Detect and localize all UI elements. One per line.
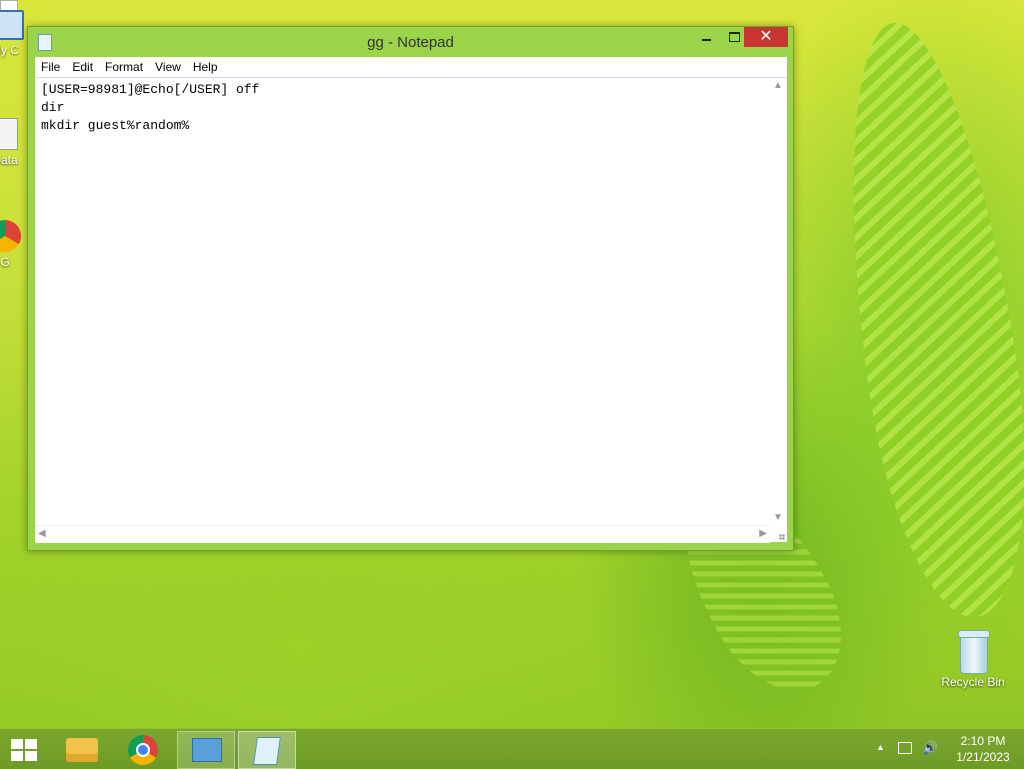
maximize-icon bbox=[729, 32, 740, 42]
volume-icon[interactable]: 🔊 bbox=[922, 740, 938, 756]
computer-icon bbox=[0, 10, 24, 40]
window-title: gg - Notepad bbox=[367, 34, 454, 51]
scroll-left-icon[interactable]: ◀ bbox=[38, 528, 46, 539]
desktop-icon-label: Data bbox=[0, 153, 18, 167]
desktop-icon-label: My C bbox=[0, 43, 19, 57]
clock-time: 2:10 PM bbox=[960, 734, 1006, 748]
menu-format[interactable]: Format bbox=[99, 57, 149, 77]
control-panel-icon bbox=[192, 738, 222, 762]
taskbar-file-explorer[interactable] bbox=[56, 731, 112, 767]
taskbar-control-panel[interactable] bbox=[177, 731, 235, 769]
minimize-button[interactable] bbox=[693, 27, 721, 47]
document-shortcut-icon bbox=[0, 118, 18, 150]
network-icon[interactable] bbox=[898, 742, 912, 754]
scroll-down-icon[interactable]: ▼ bbox=[773, 512, 783, 523]
notepad-icon bbox=[253, 737, 281, 765]
scroll-up-icon[interactable]: ▲ bbox=[773, 80, 783, 91]
recycle-bin-icon bbox=[958, 630, 990, 674]
close-button[interactable]: ✕ bbox=[744, 27, 788, 47]
menu-file[interactable]: File bbox=[35, 57, 66, 77]
start-button[interactable] bbox=[0, 731, 56, 767]
chrome-icon bbox=[128, 735, 158, 765]
clock-date: 1/21/2023 bbox=[956, 750, 1010, 764]
text-line: dir bbox=[41, 100, 65, 115]
vertical-scrollbar[interactable]: ▲ ▼ bbox=[770, 78, 787, 525]
close-icon: ✕ bbox=[759, 28, 773, 45]
desktop-icon-recycle-bin[interactable]: Recycle Bin bbox=[938, 630, 1008, 689]
windows-logo-icon bbox=[11, 739, 37, 761]
menu-help[interactable]: Help bbox=[187, 57, 224, 77]
taskbar-chrome[interactable] bbox=[116, 731, 172, 767]
chrome-icon bbox=[0, 220, 21, 252]
text-editor[interactable]: [USER=98981]@Echo[/USER] off dir mkdir g… bbox=[35, 78, 770, 525]
clock[interactable]: 2:10 PM 1/21/2023 bbox=[948, 733, 1018, 765]
show-hidden-icons-icon[interactable]: ▲ bbox=[876, 742, 885, 752]
menu-view[interactable]: View bbox=[149, 57, 187, 77]
minimize-icon bbox=[702, 39, 711, 41]
wallpaper-leaf bbox=[818, 12, 1024, 628]
horizontal-scrollbar[interactable]: ◀ ▶ bbox=[35, 525, 770, 543]
text-line: [USER=98981]@Echo[/USER] off bbox=[41, 82, 260, 97]
desktop-icon-label: Recycle Bin bbox=[941, 675, 1005, 689]
menu-edit[interactable]: Edit bbox=[66, 57, 99, 77]
folder-icon bbox=[66, 738, 98, 762]
taskbar-notepad[interactable] bbox=[238, 731, 296, 769]
scroll-right-icon[interactable]: ▶ bbox=[759, 528, 767, 539]
resize-grip[interactable] bbox=[770, 525, 787, 542]
text-line: mkdir guest%random% bbox=[41, 118, 190, 133]
desktop-icon-label: G bbox=[0, 255, 10, 269]
taskbar: ▲ 🔊 2:10 PM 1/21/2023 bbox=[0, 728, 1024, 769]
notepad-window[interactable]: gg - Notepad ✕ File Edit Format View Help [U… bbox=[27, 26, 794, 551]
resize-grip-icon bbox=[779, 534, 785, 540]
title-bar[interactable]: gg - Notepad ✕ bbox=[28, 27, 793, 57]
menu-bar: File Edit Format View Help bbox=[35, 57, 787, 78]
